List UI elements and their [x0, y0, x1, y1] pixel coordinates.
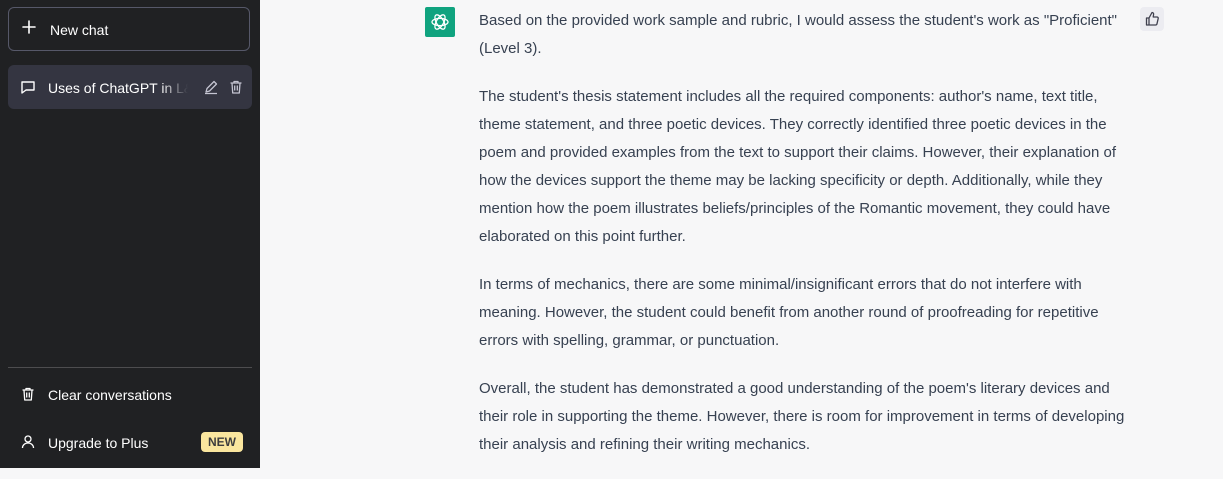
new-badge: NEW — [201, 432, 243, 452]
assistant-message: Based on the provided work sample and ru… — [479, 7, 1139, 479]
chat-title: Uses of ChatGPT in L& — [48, 80, 188, 96]
plus-icon — [21, 19, 37, 35]
user-icon — [20, 434, 36, 450]
message-paragraph: Based on the provided work sample and ru… — [479, 12, 1117, 57]
new-chat-label: New chat — [50, 22, 109, 38]
thumbs-up-icon[interactable] — [1140, 7, 1164, 31]
message-paragraph: The student's thesis statement includes … — [479, 88, 1116, 245]
upgrade-label: Upgrade to Plus — [48, 435, 149, 451]
upgrade-to-plus-button[interactable]: Upgrade to Plus NEW — [8, 422, 252, 462]
sidebar-divider — [8, 367, 252, 368]
message-paragraph: In terms of mechanics, there are some mi… — [479, 276, 1099, 349]
message-icon — [20, 79, 36, 95]
openai-logo-icon — [425, 7, 455, 37]
message-paragraph: Overall, the student has demonstrated a … — [479, 380, 1125, 453]
chat-main: Based on the provided work sample and ru… — [260, 0, 1223, 468]
clear-conversations-button[interactable]: Clear conversations — [8, 374, 252, 414]
clear-conversations-label: Clear conversations — [48, 387, 172, 403]
trash-icon — [20, 386, 36, 402]
new-chat-button[interactable]: New chat — [8, 7, 250, 51]
trash-icon[interactable] — [228, 79, 244, 95]
sidebar-chat-item[interactable]: Uses of ChatGPT in L& — [8, 65, 252, 109]
pencil-icon[interactable] — [203, 79, 219, 95]
sidebar: New chat Uses of ChatGPT in L& Clear con… — [0, 0, 260, 468]
